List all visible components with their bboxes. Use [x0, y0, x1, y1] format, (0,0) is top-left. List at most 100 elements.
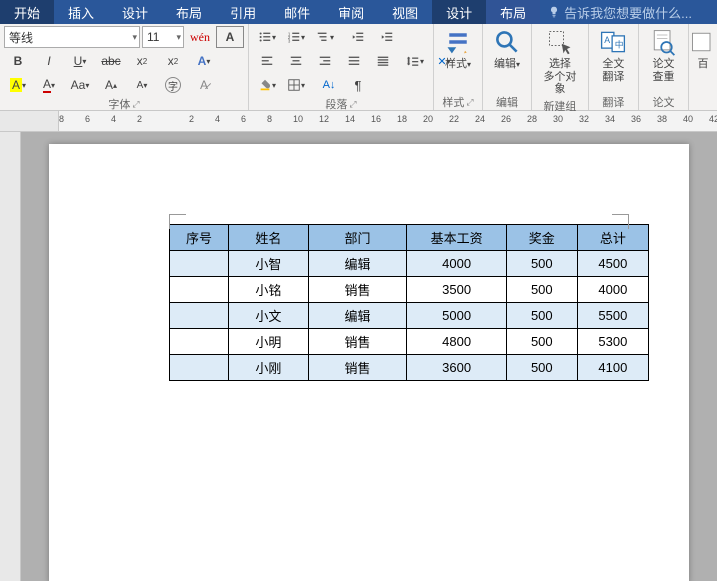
- increase-indent-button[interactable]: [373, 26, 401, 48]
- text-effects-button[interactable]: A▾: [190, 50, 218, 72]
- vertical-ruler[interactable]: [0, 132, 21, 581]
- tab-审阅[interactable]: 审阅: [324, 0, 378, 24]
- shrink-font-button[interactable]: A▾: [128, 74, 156, 96]
- grow-font-button[interactable]: A▴: [97, 74, 125, 96]
- superscript-button[interactable]: x2: [159, 50, 187, 72]
- tab-引用[interactable]: 引用: [216, 0, 270, 24]
- align-justify-button[interactable]: [340, 50, 368, 72]
- font-dialog-launcher-icon[interactable]: ⤢: [132, 99, 139, 110]
- styles-button[interactable]: 样式▾: [438, 26, 478, 73]
- align-center-button[interactable]: [282, 50, 310, 72]
- table-row[interactable]: 小明销售48005005300: [170, 329, 649, 355]
- table-cell[interactable]: 编辑: [308, 251, 407, 277]
- table-cell[interactable]: 小刚: [229, 355, 309, 381]
- borders-button[interactable]: ▾: [282, 74, 310, 96]
- sort-button[interactable]: A↓: [315, 74, 343, 96]
- table-cell[interactable]: 小明: [229, 329, 309, 355]
- table-row[interactable]: 小智编辑40005004500: [170, 251, 649, 277]
- align-right-button[interactable]: [311, 50, 339, 72]
- tab-布局[interactable]: 布局: [162, 0, 216, 24]
- change-case-button[interactable]: Aa▾: [66, 74, 94, 96]
- table-cell[interactable]: 5300: [577, 329, 648, 355]
- table-cell[interactable]: 3500: [407, 277, 507, 303]
- line-spacing-button[interactable]: ▾: [401, 50, 429, 72]
- underline-button[interactable]: U ▾: [66, 50, 94, 72]
- context-tab-设计[interactable]: 设计: [432, 0, 486, 24]
- tab-设计[interactable]: 设计: [108, 0, 162, 24]
- styles-dialog-launcher-icon[interactable]: ⤢: [466, 97, 473, 108]
- table-row[interactable]: 小刚销售36005004100: [170, 355, 649, 381]
- table-header[interactable]: 序号: [170, 225, 229, 251]
- table-cell[interactable]: 500: [506, 251, 577, 277]
- decrease-indent-button[interactable]: [344, 26, 372, 48]
- table-cell[interactable]: 3600: [407, 355, 507, 381]
- align-distributed-button[interactable]: [369, 50, 397, 72]
- table-cell[interactable]: 500: [506, 277, 577, 303]
- table-cell[interactable]: 销售: [308, 277, 407, 303]
- tab-开始[interactable]: 开始: [0, 0, 54, 24]
- table-cell[interactable]: 4100: [577, 355, 648, 381]
- table-header[interactable]: 部门: [308, 225, 407, 251]
- table-cell[interactable]: 4000: [407, 251, 507, 277]
- strikethrough-button[interactable]: abc: [97, 50, 125, 72]
- subscript-button[interactable]: x2: [128, 50, 156, 72]
- highlight-button[interactable]: A▾: [4, 74, 32, 96]
- table-cell[interactable]: 5500: [577, 303, 648, 329]
- bullets-button[interactable]: ▾: [253, 26, 281, 48]
- table-header[interactable]: 姓名: [229, 225, 309, 251]
- paper-check-button[interactable]: 论文查重: [643, 26, 684, 85]
- table-cell[interactable]: 500: [506, 329, 577, 355]
- select-objects-button[interactable]: 选择多个对象: [536, 26, 584, 98]
- table-cell[interactable]: 小铭: [229, 277, 309, 303]
- numbering-button[interactable]: 123▾: [282, 26, 310, 48]
- table-row[interactable]: 小铭销售35005004000: [170, 277, 649, 303]
- tell-me-search[interactable]: 告诉我您想要做什么...: [540, 0, 717, 24]
- italic-button[interactable]: I: [35, 50, 63, 72]
- paragraph-dialog-launcher-icon[interactable]: ⤢: [349, 99, 356, 110]
- font-name-combo[interactable]: 等线▾: [4, 26, 140, 48]
- table-cell[interactable]: 4000: [577, 277, 648, 303]
- editing-button[interactable]: 编辑▾: [487, 26, 527, 73]
- horizontal-ruler[interactable]: 8642246810121416182022242628303234363840…: [0, 111, 717, 132]
- table-header[interactable]: 奖金: [506, 225, 577, 251]
- table-cell[interactable]: 编辑: [308, 303, 407, 329]
- table-cell[interactable]: 4800: [407, 329, 507, 355]
- table-cell[interactable]: 5000: [407, 303, 507, 329]
- page-canvas[interactable]: 序号姓名部门基本工资奖金总计 小智编辑40005004500小铭销售350050…: [21, 132, 717, 581]
- table-cell[interactable]: [170, 303, 229, 329]
- table-cell[interactable]: 销售: [308, 355, 407, 381]
- table-cell[interactable]: 销售: [308, 329, 407, 355]
- context-tab-布局[interactable]: 布局: [486, 0, 540, 24]
- table-cell[interactable]: [170, 329, 229, 355]
- font-size-combo[interactable]: 11▾: [142, 26, 184, 48]
- table-header[interactable]: 基本工资: [407, 225, 507, 251]
- table-cell[interactable]: [170, 355, 229, 381]
- align-left-button[interactable]: [253, 50, 281, 72]
- table-cell[interactable]: [170, 277, 229, 303]
- truncated-button[interactable]: 百: [693, 26, 713, 73]
- group-styles: 样式▾ 样式⤢: [434, 24, 483, 110]
- salary-table[interactable]: 序号姓名部门基本工资奖金总计 小智编辑40005004500小铭销售350050…: [169, 224, 649, 381]
- tab-插入[interactable]: 插入: [54, 0, 108, 24]
- tab-视图[interactable]: 视图: [378, 0, 432, 24]
- table-row[interactable]: 小文编辑50005005500: [170, 303, 649, 329]
- character-border-button[interactable]: A: [216, 26, 244, 48]
- phonetic-guide-button[interactable]: wén: [186, 26, 214, 48]
- table-header[interactable]: 总计: [577, 225, 648, 251]
- multilevel-list-button[interactable]: ▾: [311, 26, 339, 48]
- enclose-char-button[interactable]: 字: [159, 74, 187, 96]
- table-cell[interactable]: 小智: [229, 251, 309, 277]
- table-cell[interactable]: 500: [506, 303, 577, 329]
- translate-button[interactable]: A中 全文翻译: [593, 26, 634, 85]
- show-marks-button[interactable]: ¶: [344, 74, 372, 96]
- bold-button[interactable]: B: [4, 50, 32, 72]
- table-cell[interactable]: 小文: [229, 303, 309, 329]
- tab-邮件[interactable]: 邮件: [270, 0, 324, 24]
- clear-formatting-button[interactable]: A̷: [190, 74, 218, 96]
- table-cell[interactable]: [170, 251, 229, 277]
- font-color-button[interactable]: A▾: [35, 74, 63, 96]
- shading-button[interactable]: ▾: [253, 74, 281, 96]
- ruler-tick: 4: [111, 114, 116, 124]
- table-cell[interactable]: 4500: [577, 251, 648, 277]
- table-cell[interactable]: 500: [506, 355, 577, 381]
